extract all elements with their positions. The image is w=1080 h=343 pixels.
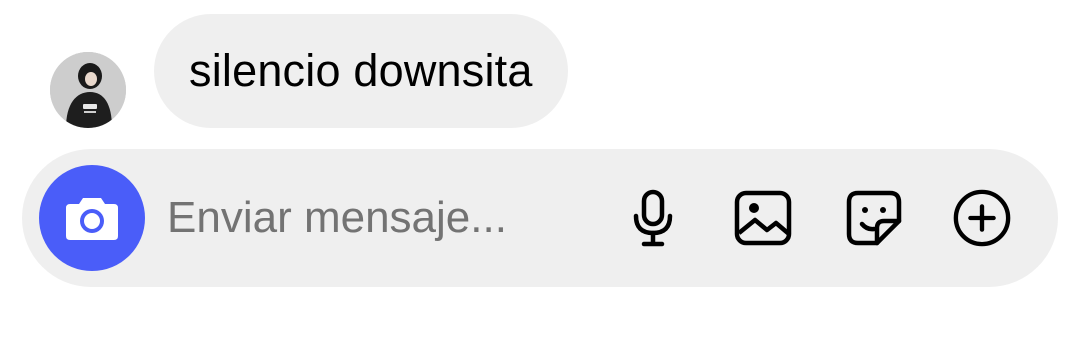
camera-icon <box>66 198 118 240</box>
more-options-button[interactable] <box>952 188 1012 248</box>
plus-circle-icon <box>953 189 1011 247</box>
image-icon <box>734 190 792 246</box>
message-text: silencio downsita <box>189 45 533 96</box>
avatar-image <box>50 52 126 128</box>
microphone-icon <box>633 189 673 247</box>
avatar[interactable] <box>50 52 126 128</box>
gallery-button[interactable] <box>733 188 793 248</box>
message-bubble[interactable]: silencio downsita <box>154 14 568 128</box>
camera-button[interactable] <box>39 165 145 271</box>
message-row: silencio downsita <box>0 0 1080 140</box>
sticker-icon <box>846 190 902 246</box>
sticker-button[interactable] <box>844 188 904 248</box>
message-input[interactable] <box>167 189 597 247</box>
message-composer <box>22 149 1058 287</box>
voice-message-button[interactable] <box>623 188 683 248</box>
